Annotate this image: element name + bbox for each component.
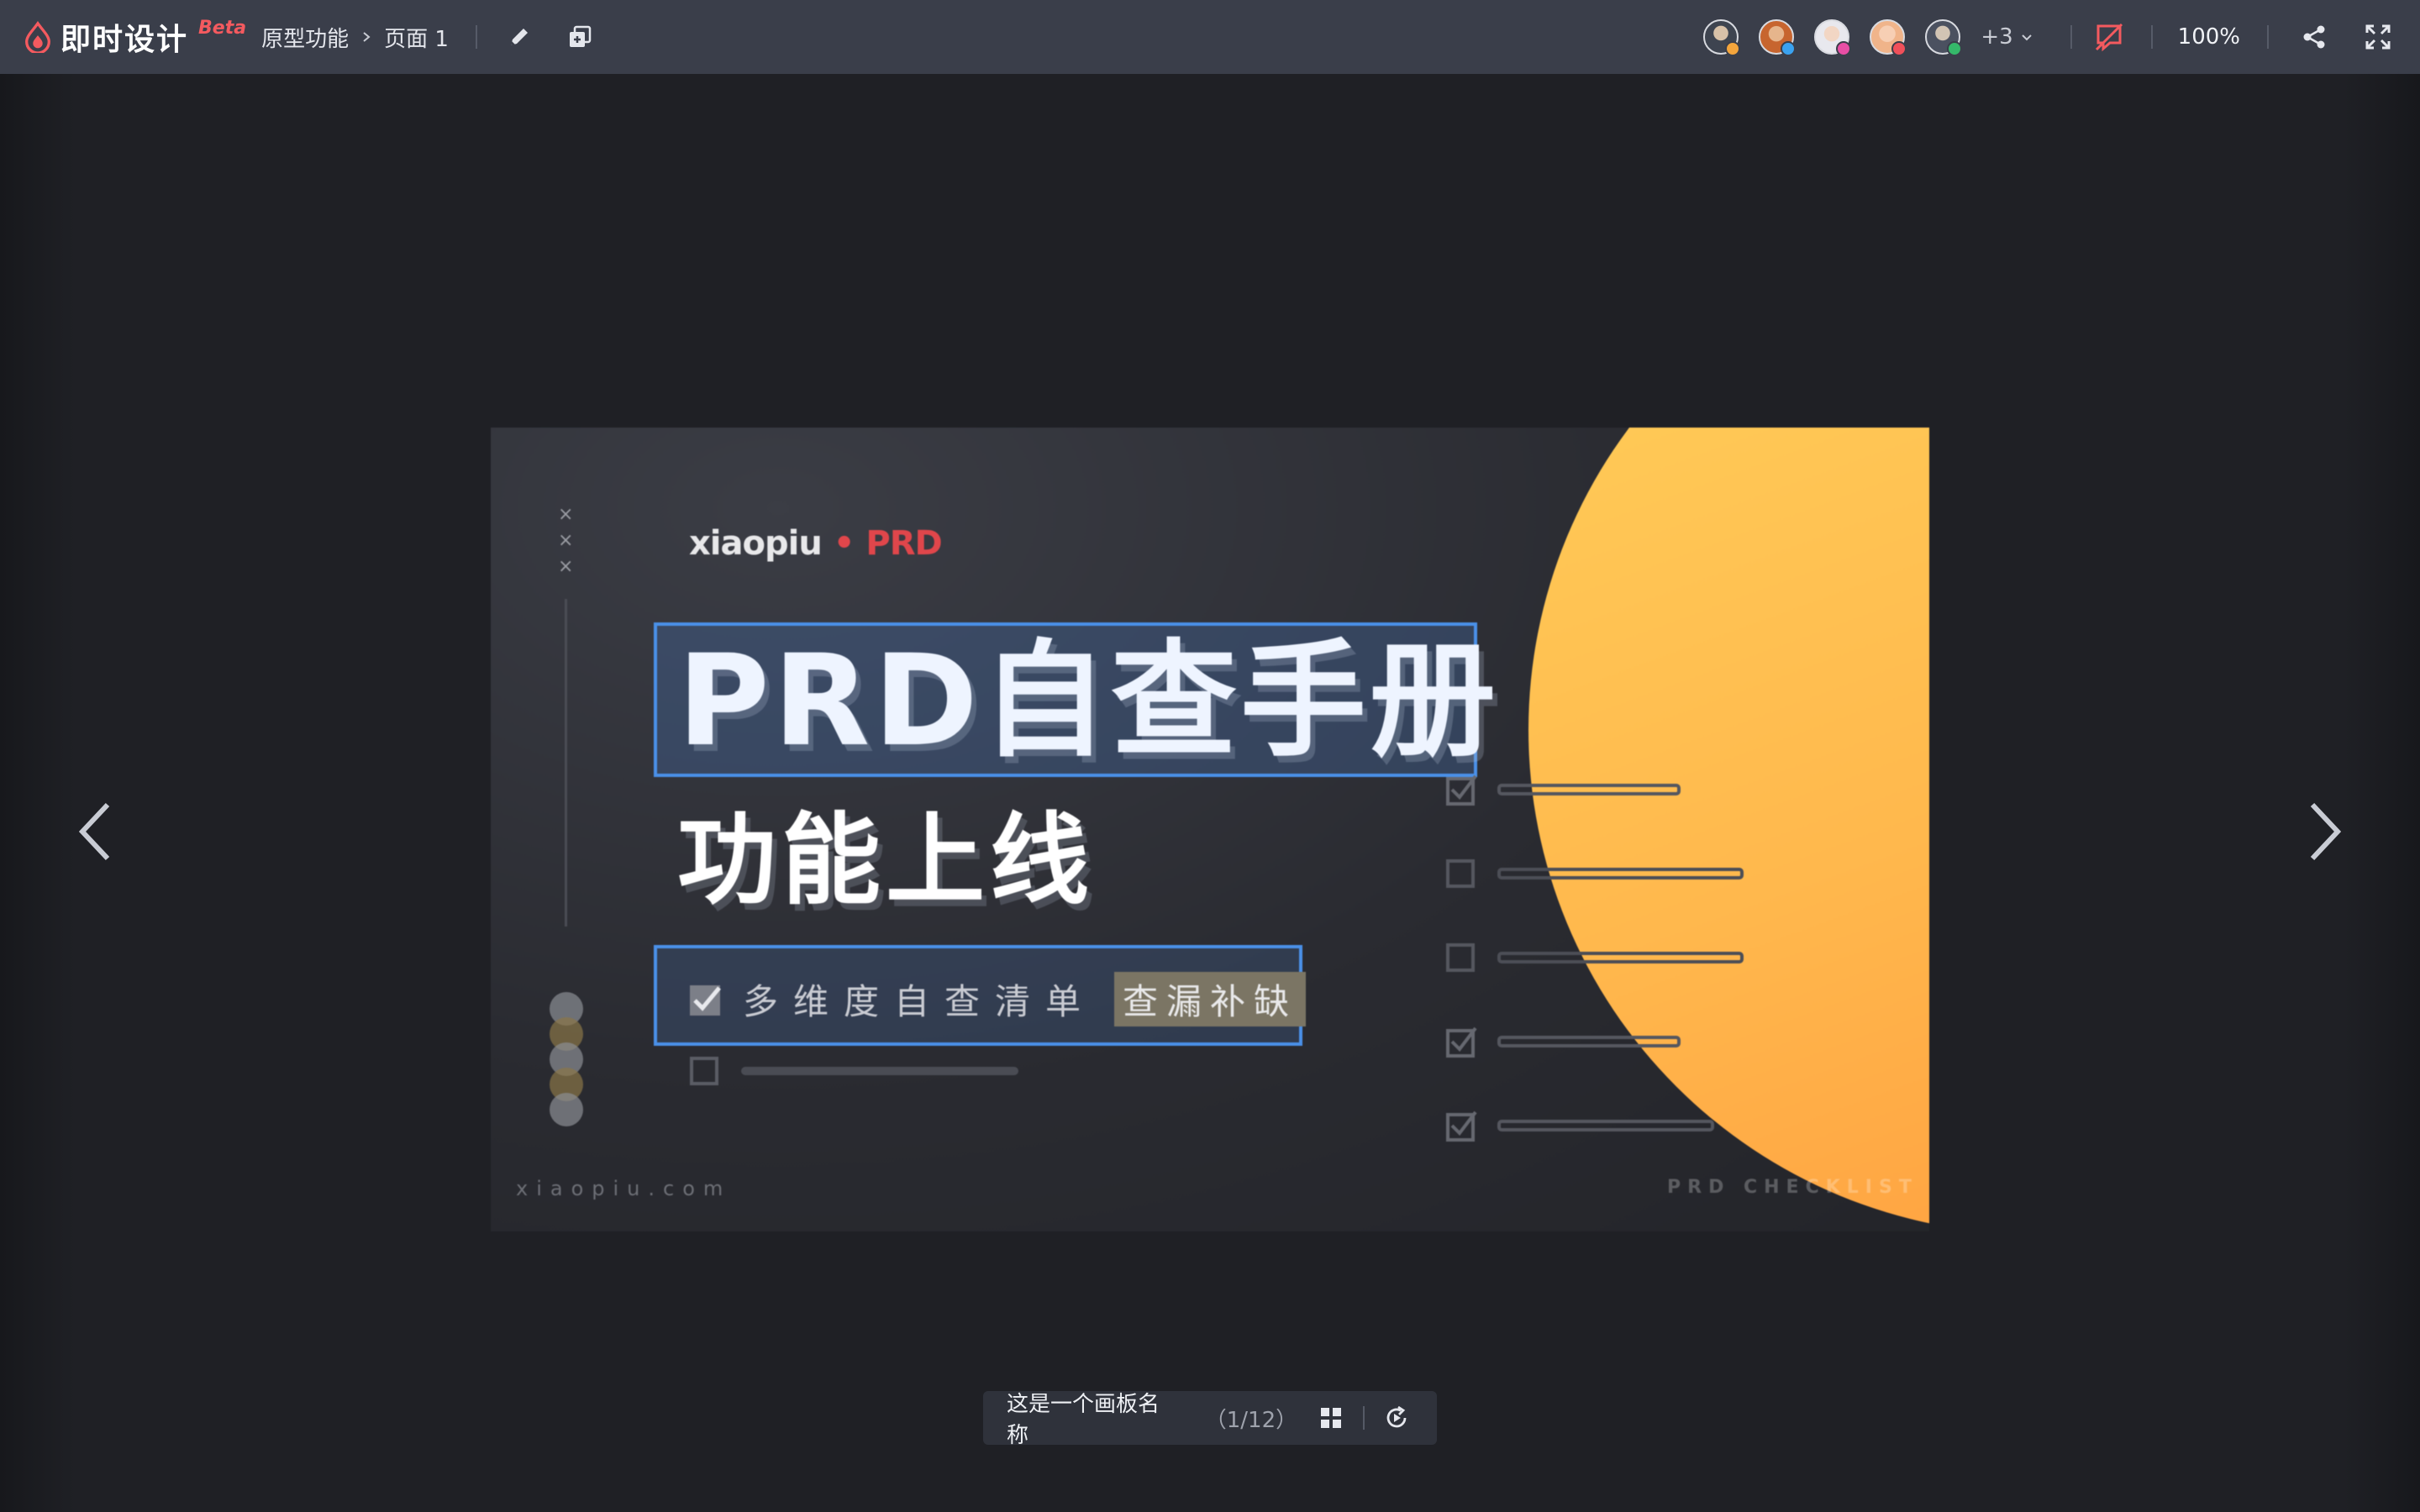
divider [1363, 1406, 1365, 1430]
divider [2267, 25, 2269, 49]
status-dot [1725, 41, 1741, 56]
checklist-decoration [1445, 774, 1744, 1194]
vertical-line-decoration [565, 599, 567, 927]
board-counter: （1/12） [1204, 1407, 1298, 1433]
more-collaborators-count: +3 [1981, 24, 2013, 50]
avatar[interactable] [1925, 19, 1963, 56]
artboard-title: PRD自查手册 [677, 628, 1499, 774]
checklist-row: 多维度自查清单 查漏补缺 [687, 972, 1307, 1026]
chevron-down-icon [2021, 34, 2032, 41]
board-grid-button[interactable] [1314, 1401, 1348, 1435]
share-button[interactable] [2297, 20, 2331, 54]
board-switcher: 这是一个画板名称 （1/12） [983, 1391, 1437, 1448]
artboard-subtitle: 功能上线 [677, 802, 1095, 918]
footer-label: PRD CHECKLIST [1667, 1177, 1918, 1198]
checklist-tag: 查漏补缺 [1114, 972, 1307, 1026]
checkbox-checked-icon [690, 984, 721, 1016]
brand-logo: xiaopiu • PRD [689, 524, 943, 563]
previous-board-button[interactable] [71, 798, 121, 865]
avatar[interactable] [1759, 19, 1797, 56]
divider [475, 25, 477, 49]
x-marks-decoration: × × × [558, 504, 574, 577]
site-url: xiaopiu.com [516, 1177, 732, 1200]
replay-button[interactable] [1380, 1401, 1413, 1435]
copy-icon [569, 25, 592, 47]
brand-suffix: PRD [865, 524, 942, 563]
comment-off-icon [2095, 23, 2123, 52]
beta-badge: Beta [198, 17, 247, 39]
top-toolbar: 即时设计 Beta 原型功能 页面 1 +3 100% [0, 0, 2420, 74]
list-item [1445, 942, 1744, 974]
breadcrumb-project[interactable]: 原型功能 [261, 22, 349, 53]
dots-decoration [550, 992, 583, 1126]
checklist-text: 多维度自查清单 [743, 981, 1097, 1022]
status-dot [1781, 41, 1797, 56]
collaborator-avatars: +3 [1703, 19, 2033, 56]
share-icon [2303, 25, 2325, 49]
pencil-icon [510, 29, 528, 45]
checklist-row-empty [689, 1056, 1018, 1086]
brand-dot: • [833, 524, 855, 563]
list-item [1445, 1110, 1744, 1142]
status-dot [1836, 41, 1852, 56]
fullscreen-icon [2365, 24, 2391, 50]
placeholder-bar [741, 1067, 1018, 1075]
avatar[interactable] [1703, 19, 1741, 56]
prototype-viewer: × × × xiaopiu • PRD PRD自查手册 功能上线 多维度自查清单 查漏补… [0, 74, 2420, 1512]
checkbox-empty-icon [690, 1057, 718, 1085]
breadcrumb-page[interactable]: 页面 1 [384, 22, 449, 53]
hide-comments-button[interactable] [2092, 20, 2126, 54]
divider [2150, 25, 2153, 49]
board-name[interactable]: 这是一个画板名称 [1007, 1387, 1181, 1449]
app-logo[interactable]: 即时设计 Beta [22, 15, 246, 59]
avatar[interactable] [1814, 19, 1852, 56]
flame-logo-icon [25, 21, 50, 53]
next-board-button[interactable] [2299, 798, 2349, 865]
more-collaborators-button[interactable]: +3 [1981, 24, 2033, 50]
edit-button[interactable] [504, 22, 534, 52]
checkbox-checked-icon [1446, 1110, 1477, 1142]
checkbox-empty-icon [1446, 859, 1475, 888]
duplicate-button[interactable] [565, 22, 595, 52]
fullscreen-button[interactable] [2361, 20, 2395, 54]
chevron-right-icon [363, 32, 371, 42]
grid-icon [1321, 1408, 1342, 1428]
divider [2070, 25, 2072, 49]
breadcrumb: 原型功能 页面 1 [261, 22, 449, 53]
list-item [1445, 774, 1744, 806]
app-name: 即时设计 [60, 23, 189, 57]
artboard-preview[interactable]: × × × xiaopiu • PRD PRD自查手册 功能上线 多维度自查清单 查漏补… [491, 428, 1929, 1231]
checkbox-empty-icon [1446, 943, 1475, 972]
brand-name: xiaopiu [689, 524, 823, 563]
checkbox-checked-icon [1446, 1026, 1477, 1058]
checkbox-checked-icon [1446, 774, 1477, 806]
status-dot [1891, 41, 1907, 56]
replay-icon [1386, 1405, 1407, 1428]
list-item [1445, 1026, 1744, 1058]
status-dot [1947, 41, 1963, 56]
list-item [1445, 858, 1744, 890]
zoom-level[interactable]: 100% [2178, 24, 2240, 50]
avatar[interactable] [1870, 19, 1907, 56]
